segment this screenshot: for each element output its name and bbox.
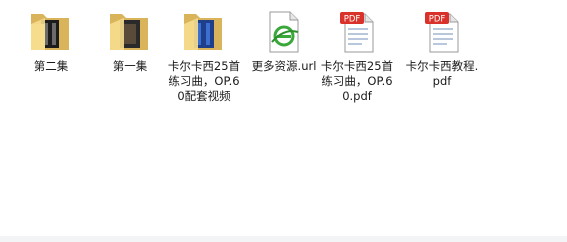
folder-dark-icon [25,6,77,58]
folder-video-icon [178,6,230,58]
file-item-label: 更多资源.url [251,59,317,73]
pdf-file-icon: PDF [416,6,468,58]
status-strip [0,236,567,242]
pdf-badge: PDF [429,15,446,25]
file-item-label: 卡尔卡西25首练习曲，OP.60配套视频 [167,59,241,103]
file-explorer-pane: 第二集 第一集 卡尔卡西25首练习曲，OP.60配套视频 更多资源.url PD… [0,0,567,242]
file-item-folder[interactable]: 卡尔卡西25首练习曲，OP.60配套视频 [166,6,242,104]
file-item-url[interactable]: 更多资源.url [246,6,322,74]
file-item-label: 卡尔卡西25首练习曲，OP.60.pdf [320,59,394,103]
pdf-badge: PDF [344,15,361,25]
pdf-file-icon: PDF [331,6,383,58]
file-item-pdf[interactable]: PDF 卡尔卡西25首练习曲，OP.60.pdf [319,6,395,104]
file-item-folder[interactable]: 第二集 [13,6,89,74]
file-item-label: 第一集 [112,59,148,73]
file-item-label: 卡尔卡西教程.pdf [405,59,479,88]
internet-shortcut-icon [258,6,310,58]
file-item-pdf[interactable]: PDF 卡尔卡西教程.pdf [404,6,480,89]
folder-dark-icon [104,6,156,58]
file-item-label: 第二集 [33,59,69,73]
file-item-folder[interactable]: 第一集 [92,6,168,74]
